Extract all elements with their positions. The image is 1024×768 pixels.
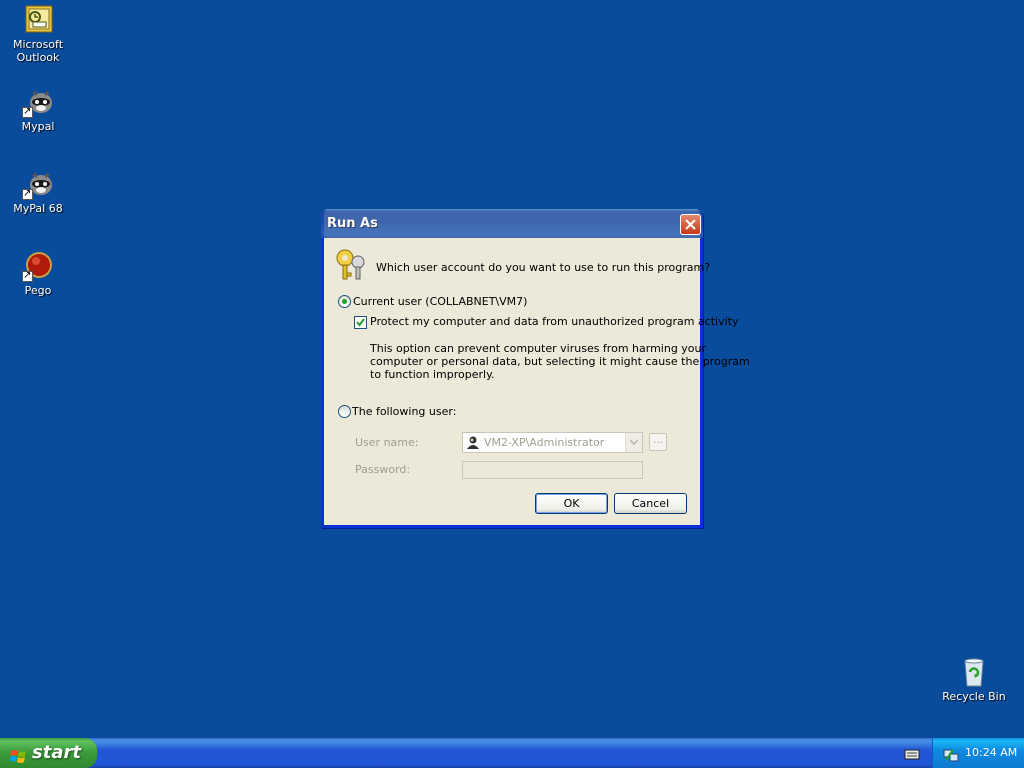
desktop-icon-pego[interactable]: Pego <box>0 250 76 297</box>
outlook-icon <box>22 4 54 36</box>
desktop-icon-label: Microsoft <box>12 38 64 51</box>
description-text: computer or personal data, but selecting… <box>370 355 750 368</box>
user-name-combo[interactable]: VM2-XP\Administrator <box>462 432 643 453</box>
checkmark-icon <box>356 318 365 327</box>
combo-dropdown-button[interactable] <box>625 433 642 452</box>
mypal-icon <box>22 86 54 118</box>
shortcut-arrow-icon <box>22 105 33 118</box>
cancel-button[interactable]: Cancel <box>614 493 687 514</box>
shortcut-arrow-icon <box>22 269 33 282</box>
desktop-icon-label: Pego <box>24 284 52 297</box>
protect-checkbox-label[interactable]: Protect my computer and data from unauth… <box>370 315 738 328</box>
recycle-bin-icon <box>958 656 990 688</box>
desktop-icon-label: MyPal 68 <box>13 202 63 215</box>
keyboard-icon[interactable] <box>904 748 920 760</box>
system-tray: 10:24 AM <box>932 738 1024 768</box>
desktop-icon-label: Outlook <box>16 51 60 64</box>
browse-user-button[interactable]: ... <box>649 433 667 451</box>
following-user-radio[interactable] <box>338 405 351 418</box>
taskbar: start 10:24 AM <box>0 738 1024 768</box>
windows-logo-icon <box>9 745 27 763</box>
start-label: start <box>32 742 81 763</box>
password-field[interactable] <box>462 461 643 479</box>
network-icon[interactable] <box>943 745 959 762</box>
run-as-dialog: Run As Which user account do you want to… <box>321 209 750 528</box>
close-icon <box>685 219 696 230</box>
current-user-label[interactable]: Current user (COLLABNET\VM7) <box>353 295 527 308</box>
start-button[interactable]: start <box>0 738 97 768</box>
desktop-icon-label: Mypal <box>21 120 55 133</box>
user-icon <box>467 436 479 449</box>
mypal-icon <box>22 168 54 200</box>
desktop-icon-outlook[interactable]: Microsoft Outlook <box>0 4 76 64</box>
password-label: Password: <box>355 463 411 476</box>
desktop-icon-mypal[interactable]: Mypal <box>0 86 76 133</box>
desktop-icon-label: Recycle Bin <box>942 690 1006 703</box>
ok-button[interactable]: OK <box>535 493 608 514</box>
close-button[interactable] <box>680 214 701 235</box>
dialog-title: Run As <box>327 216 378 231</box>
user-name-label: User name: <box>355 436 419 449</box>
description-text: to function improperly. <box>370 368 495 381</box>
desktop-icon-recycle-bin[interactable]: Recycle Bin <box>936 656 1012 703</box>
pego-icon <box>22 250 54 282</box>
desktop-icon-mypal-68[interactable]: MyPal 68 <box>0 168 76 215</box>
protect-checkbox[interactable] <box>354 316 367 329</box>
chevron-down-icon <box>630 440 638 445</box>
dialog-titlebar[interactable]: Run As <box>321 209 703 238</box>
keys-icon <box>334 247 368 281</box>
description-text: This option can prevent computer viruses… <box>370 342 707 355</box>
following-user-label[interactable]: The following user: <box>352 405 456 418</box>
user-name-value: VM2-XP\Administrator <box>484 436 605 449</box>
clock[interactable]: 10:24 AM <box>965 738 1017 768</box>
shortcut-arrow-icon <box>22 187 33 200</box>
current-user-radio[interactable] <box>338 295 351 308</box>
dialog-prompt: Which user account do you want to use to… <box>376 261 711 274</box>
